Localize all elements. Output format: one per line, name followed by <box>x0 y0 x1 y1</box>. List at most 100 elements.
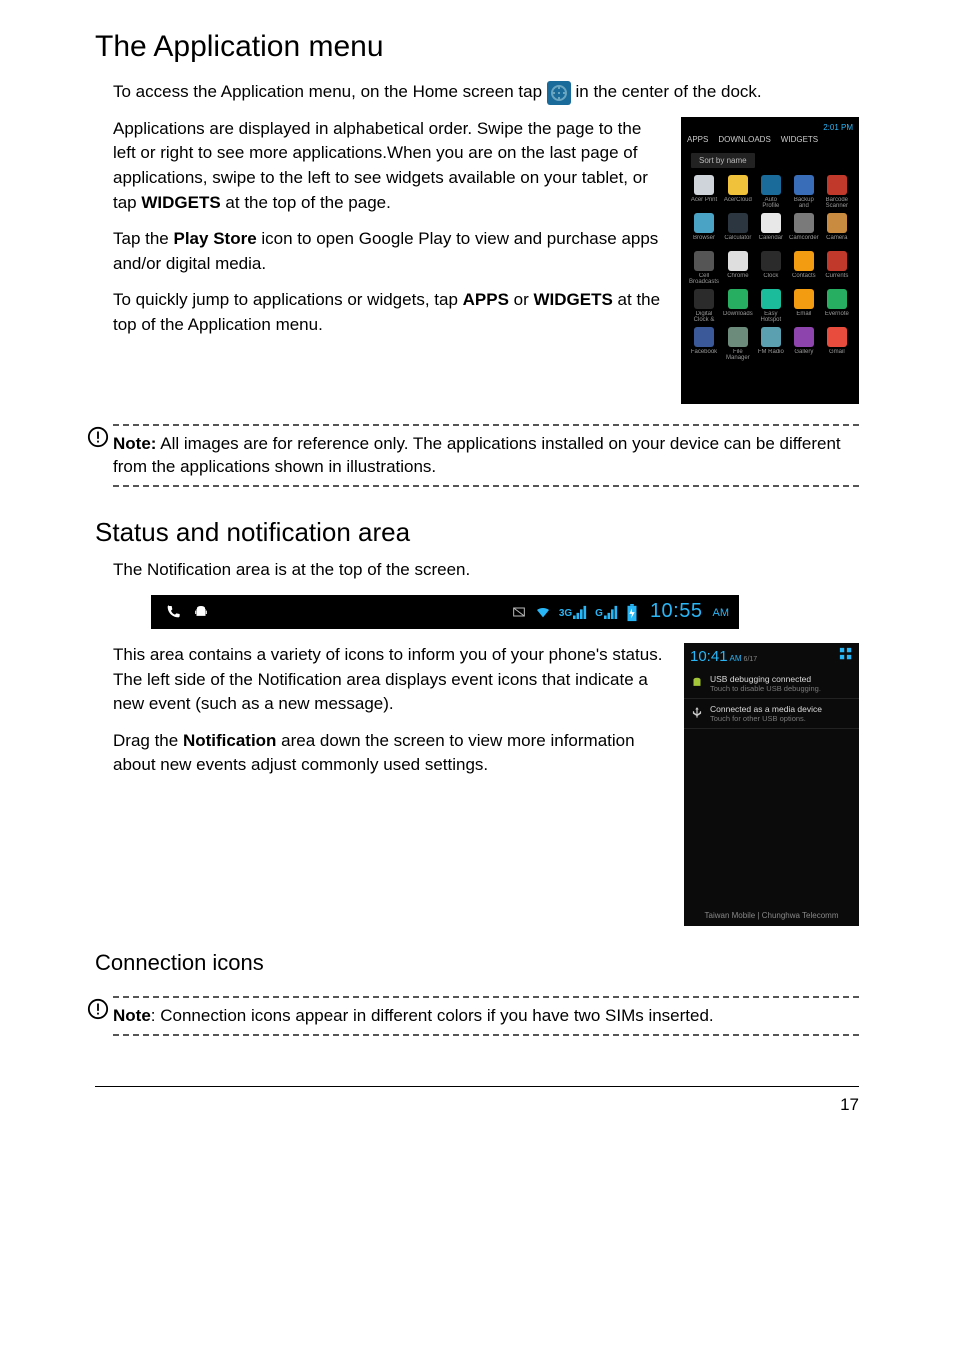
thumb-app-icon <box>794 175 814 195</box>
thumb-app-item: Browser <box>689 213 719 247</box>
thumb-app-grid: Acer PrintAcerCloudAuto ProfileBackup an… <box>689 175 851 361</box>
page-rule <box>95 1086 859 1087</box>
phone-icon <box>165 604 181 620</box>
thumb-app-item: Cell Broadcasts <box>689 251 719 285</box>
status-bar-screenshot: 3G G 10:55 AM <box>151 595 739 629</box>
thumb-app-item: File Manager <box>723 327 753 361</box>
thumb-app-icon <box>728 213 748 233</box>
thumb-app-icon <box>794 327 814 347</box>
p4a: To quickly jump to applications or widge… <box>113 290 463 309</box>
thumb-app-item: Calendar <box>757 213 785 247</box>
thumb-app-item: AcerCloud <box>723 175 753 209</box>
thumb-app-label: Barcode Scanner <box>823 197 851 209</box>
thumb-app-label: Gmail <box>823 349 851 361</box>
thumb-app-icon <box>827 251 847 271</box>
thumb-app-item: FM Radio <box>757 327 785 361</box>
thumb-app-item: Clock <box>757 251 785 285</box>
screenshot-icon <box>511 604 527 620</box>
thumb-app-label: Email <box>789 311 819 323</box>
thumb-app-item: Camera <box>823 213 851 247</box>
heading-connection-icons: Connection icons <box>95 950 859 976</box>
thumb-app-label: Camcorder <box>789 235 819 247</box>
thumb-app-item: Gmail <box>823 327 851 361</box>
note-connection-icons: Note: Connection icons appear in differe… <box>95 996 859 1036</box>
thumb-app-label: Digital Clock & <box>689 311 719 323</box>
android-debug-icon <box>690 676 704 690</box>
thumb-app-icon <box>827 175 847 195</box>
apps-widgets-paragraph: To quickly jump to applications or widge… <box>113 288 663 337</box>
thumb-app-item: Evernote <box>823 289 851 323</box>
thumb-app-icon <box>794 213 814 233</box>
widgets-label-bold: WIDGETS <box>141 193 220 212</box>
intro-part-b: in the center of the dock. <box>575 82 761 101</box>
thumb-app-icon <box>728 327 748 347</box>
app-drawer-icon <box>547 81 571 105</box>
intro-paragraph: To access the Application menu, on the H… <box>113 80 859 105</box>
thumb-app-icon <box>694 213 714 233</box>
widgets-bold-2: WIDGETS <box>533 290 612 309</box>
thumb-status-time: 2:01 PM <box>823 123 853 132</box>
thumb-sort-button: Sort by name <box>691 153 755 168</box>
thumb-app-icon <box>761 289 781 309</box>
p4c: or <box>509 290 534 309</box>
thumb-app-item: Calculator <box>723 213 753 247</box>
thumb-app-icon <box>728 175 748 195</box>
notif-ampm: AM <box>730 654 742 663</box>
thumb-app-label: Acer Print <box>689 197 719 209</box>
android-icon <box>193 604 209 620</box>
thumb-app-icon <box>761 213 781 233</box>
thumb-app-icon <box>827 327 847 347</box>
thumb-tab-widgets: WIDGETS <box>781 135 818 144</box>
apps-order-paragraph: Applications are displayed in alphabetic… <box>113 117 663 216</box>
thumb-app-item: Camcorder <box>789 213 819 247</box>
heading-application-menu: The Application menu <box>95 30 859 64</box>
thumb-app-item: Digital Clock & <box>689 289 719 323</box>
thumb-app-icon <box>694 327 714 347</box>
row2-title: Connected as a media device <box>710 704 822 714</box>
thumb-app-icon <box>761 327 781 347</box>
thumb-app-label: Camera <box>823 235 851 247</box>
thumb-tab-downloads: DOWNLOADS <box>718 135 770 144</box>
p3a: Tap the <box>113 229 174 248</box>
notif-row-media-device: Connected as a media device Touch for ot… <box>684 699 859 729</box>
thumb-app-icon <box>694 251 714 271</box>
notif-date: 6/17 <box>744 656 758 663</box>
thumb-app-item: Facebook <box>689 327 719 361</box>
status-bar-clock: 10:55 <box>650 600 703 623</box>
notification-bold: Notification <box>183 731 277 750</box>
thumb-app-label: Chrome <box>723 273 753 285</box>
note1-text: All images are for reference only. The a… <box>113 434 841 477</box>
signal-3g-icon: 3G <box>559 605 587 619</box>
thumb-app-label: Clock <box>757 273 785 285</box>
note2-label: Note <box>113 1006 151 1025</box>
thumb-app-icon <box>827 213 847 233</box>
thumb-app-icon <box>761 251 781 271</box>
row1-subtitle: Touch to disable USB debugging. <box>710 684 821 693</box>
notif-row-usb-debug: USB debugging connected Touch to disable… <box>684 669 859 699</box>
thumb-app-label: Calculator <box>723 235 753 247</box>
thumb-app-item: Chrome <box>723 251 753 285</box>
quick-settings-icon <box>839 647 853 661</box>
signal-g-icon: G <box>595 605 618 619</box>
thumb-app-label: Easy Hotspot <box>757 311 785 323</box>
thumb-app-icon <box>794 289 814 309</box>
battery-icon <box>626 604 642 620</box>
thumb-app-item: Gallery <box>789 327 819 361</box>
thumb-app-item: Currents <box>823 251 851 285</box>
thumb-app-icon <box>794 251 814 271</box>
caution-icon <box>87 426 109 448</box>
thumb-app-label: Cell Broadcasts <box>689 273 719 285</box>
note1-label: Note: <box>113 434 156 453</box>
notif-drag-paragraph: Drag the Notification area down the scre… <box>113 729 666 778</box>
thumb-app-icon <box>694 175 714 195</box>
thumb-app-item: Email <box>789 289 819 323</box>
wifi-icon <box>535 604 551 620</box>
thumb-app-item: Auto Profile <box>757 175 785 209</box>
thumb-app-icon <box>728 251 748 271</box>
thumb-tab-apps: APPS <box>687 135 708 144</box>
thumb-app-item: Downloads <box>723 289 753 323</box>
notif-intro-paragraph: The Notification area is at the top of t… <box>113 558 859 583</box>
thumb-app-label: Currents <box>823 273 851 285</box>
notif-area-description: This area contains a variety of icons to… <box>113 643 666 717</box>
thumb-app-label: File Manager <box>723 349 753 361</box>
